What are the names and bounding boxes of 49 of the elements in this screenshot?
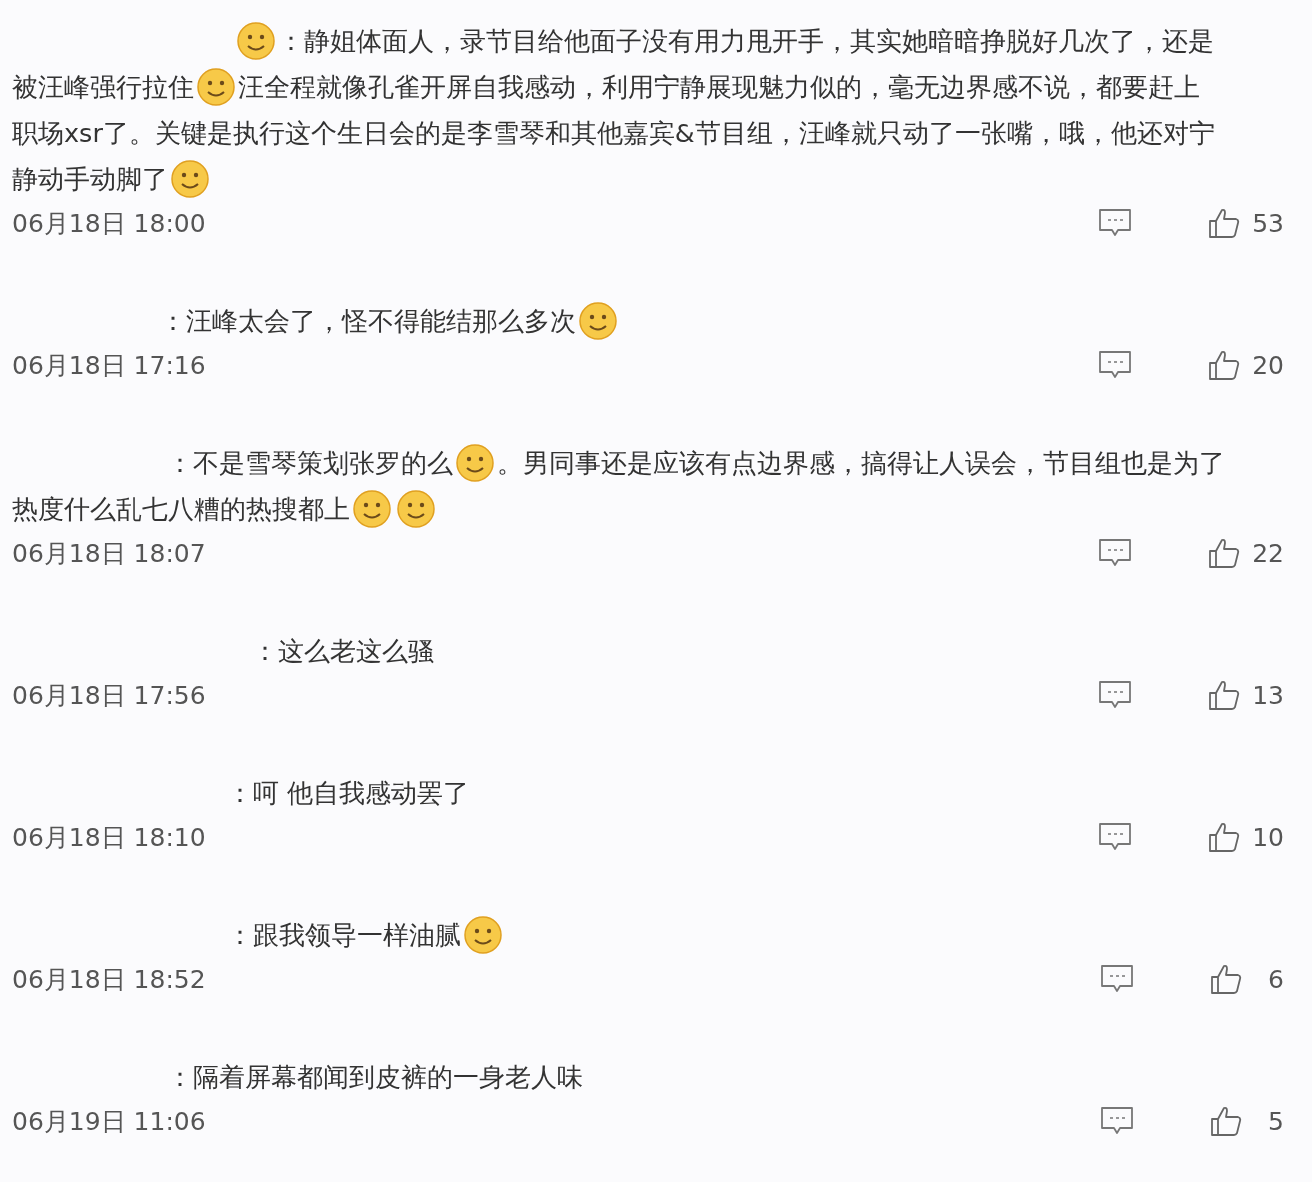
reply-icon[interactable] xyxy=(1100,963,1134,995)
emoji-icon xyxy=(578,301,618,341)
comment-text: ：这么老这么骚 xyxy=(252,634,434,668)
comment-text: 。男同事还是应该有点边界感，搞得让人误会，节目组也是为了 xyxy=(497,446,1225,480)
comment-date: 06月18日 18:07 xyxy=(12,537,207,570)
emoji-icon xyxy=(463,915,503,955)
comment-text: ：静姐体面人，录节目给他面子没有用力甩开手，其实她暗暗挣脱好几次了，还是 xyxy=(278,24,1214,58)
comment-text: 被汪峰强行拉住 xyxy=(12,70,194,104)
like-count: 10 xyxy=(1252,822,1284,852)
like-count: 53 xyxy=(1252,208,1284,238)
reply-icon[interactable] xyxy=(1098,207,1133,239)
like-count: 13 xyxy=(1252,680,1284,710)
emoji-icon xyxy=(352,489,392,529)
like-icon[interactable] xyxy=(1208,207,1241,239)
comment-text: ：不是雪琴策划张罗的么 xyxy=(167,446,453,480)
like-count: 5 xyxy=(1267,1106,1284,1136)
like-icon[interactable] xyxy=(1208,821,1241,853)
like-count: 22 xyxy=(1252,538,1284,568)
emoji-icon xyxy=(455,443,495,483)
emoji-icon xyxy=(236,21,276,61)
like-icon[interactable] xyxy=(1208,679,1241,711)
comment-text: 热度什么乱七八糟的热搜都上 xyxy=(12,492,350,526)
comment-text: 静动手动脚了 xyxy=(12,162,168,196)
comment-text: ：汪峰太会了，怪不得能结那么多次 xyxy=(160,304,576,338)
like-icon[interactable] xyxy=(1208,537,1241,569)
comment-text: ：呵 他自我感动罢了 xyxy=(227,776,470,810)
comment-date: 06月18日 17:56 xyxy=(12,679,207,712)
comment-text: 汪全程就像孔雀开屏自我感动，利用宁静展现魅力似的，毫无边界感不说，都要赶上 xyxy=(238,70,1200,104)
comment-date: 06月18日 17:16 xyxy=(12,349,207,382)
like-count: 20 xyxy=(1252,350,1284,380)
comment-text: ：隔着屏幕都闻到皮裤的一身老人味 xyxy=(167,1060,583,1094)
reply-icon[interactable] xyxy=(1098,679,1133,711)
like-icon[interactable] xyxy=(1210,1105,1242,1137)
like-icon[interactable] xyxy=(1210,963,1242,995)
comment-text: 职场xsr了。关键是执行这个生日会的是李雪琴和其他嘉宾&节目组，汪峰就只动了一张嘴，哦，他还对宁 xyxy=(12,116,1215,150)
comment-date: 06月18日 18:00 xyxy=(12,207,207,240)
emoji-icon xyxy=(196,67,236,107)
reply-icon[interactable] xyxy=(1098,349,1133,381)
reply-icon[interactable] xyxy=(1098,821,1133,853)
reply-icon[interactable] xyxy=(1098,537,1133,569)
reply-icon[interactable] xyxy=(1100,1105,1134,1137)
comment-date: 06月18日 18:52 xyxy=(12,963,207,996)
comment-date: 06月19日 11:06 xyxy=(12,1105,207,1138)
emoji-icon xyxy=(396,489,436,529)
like-icon[interactable] xyxy=(1208,349,1241,381)
comment-date: 06月18日 18:10 xyxy=(12,821,207,854)
emoji-icon xyxy=(170,159,210,199)
like-count: 6 xyxy=(1267,964,1284,994)
comment-text: ：跟我领导一样油腻 xyxy=(227,918,461,952)
